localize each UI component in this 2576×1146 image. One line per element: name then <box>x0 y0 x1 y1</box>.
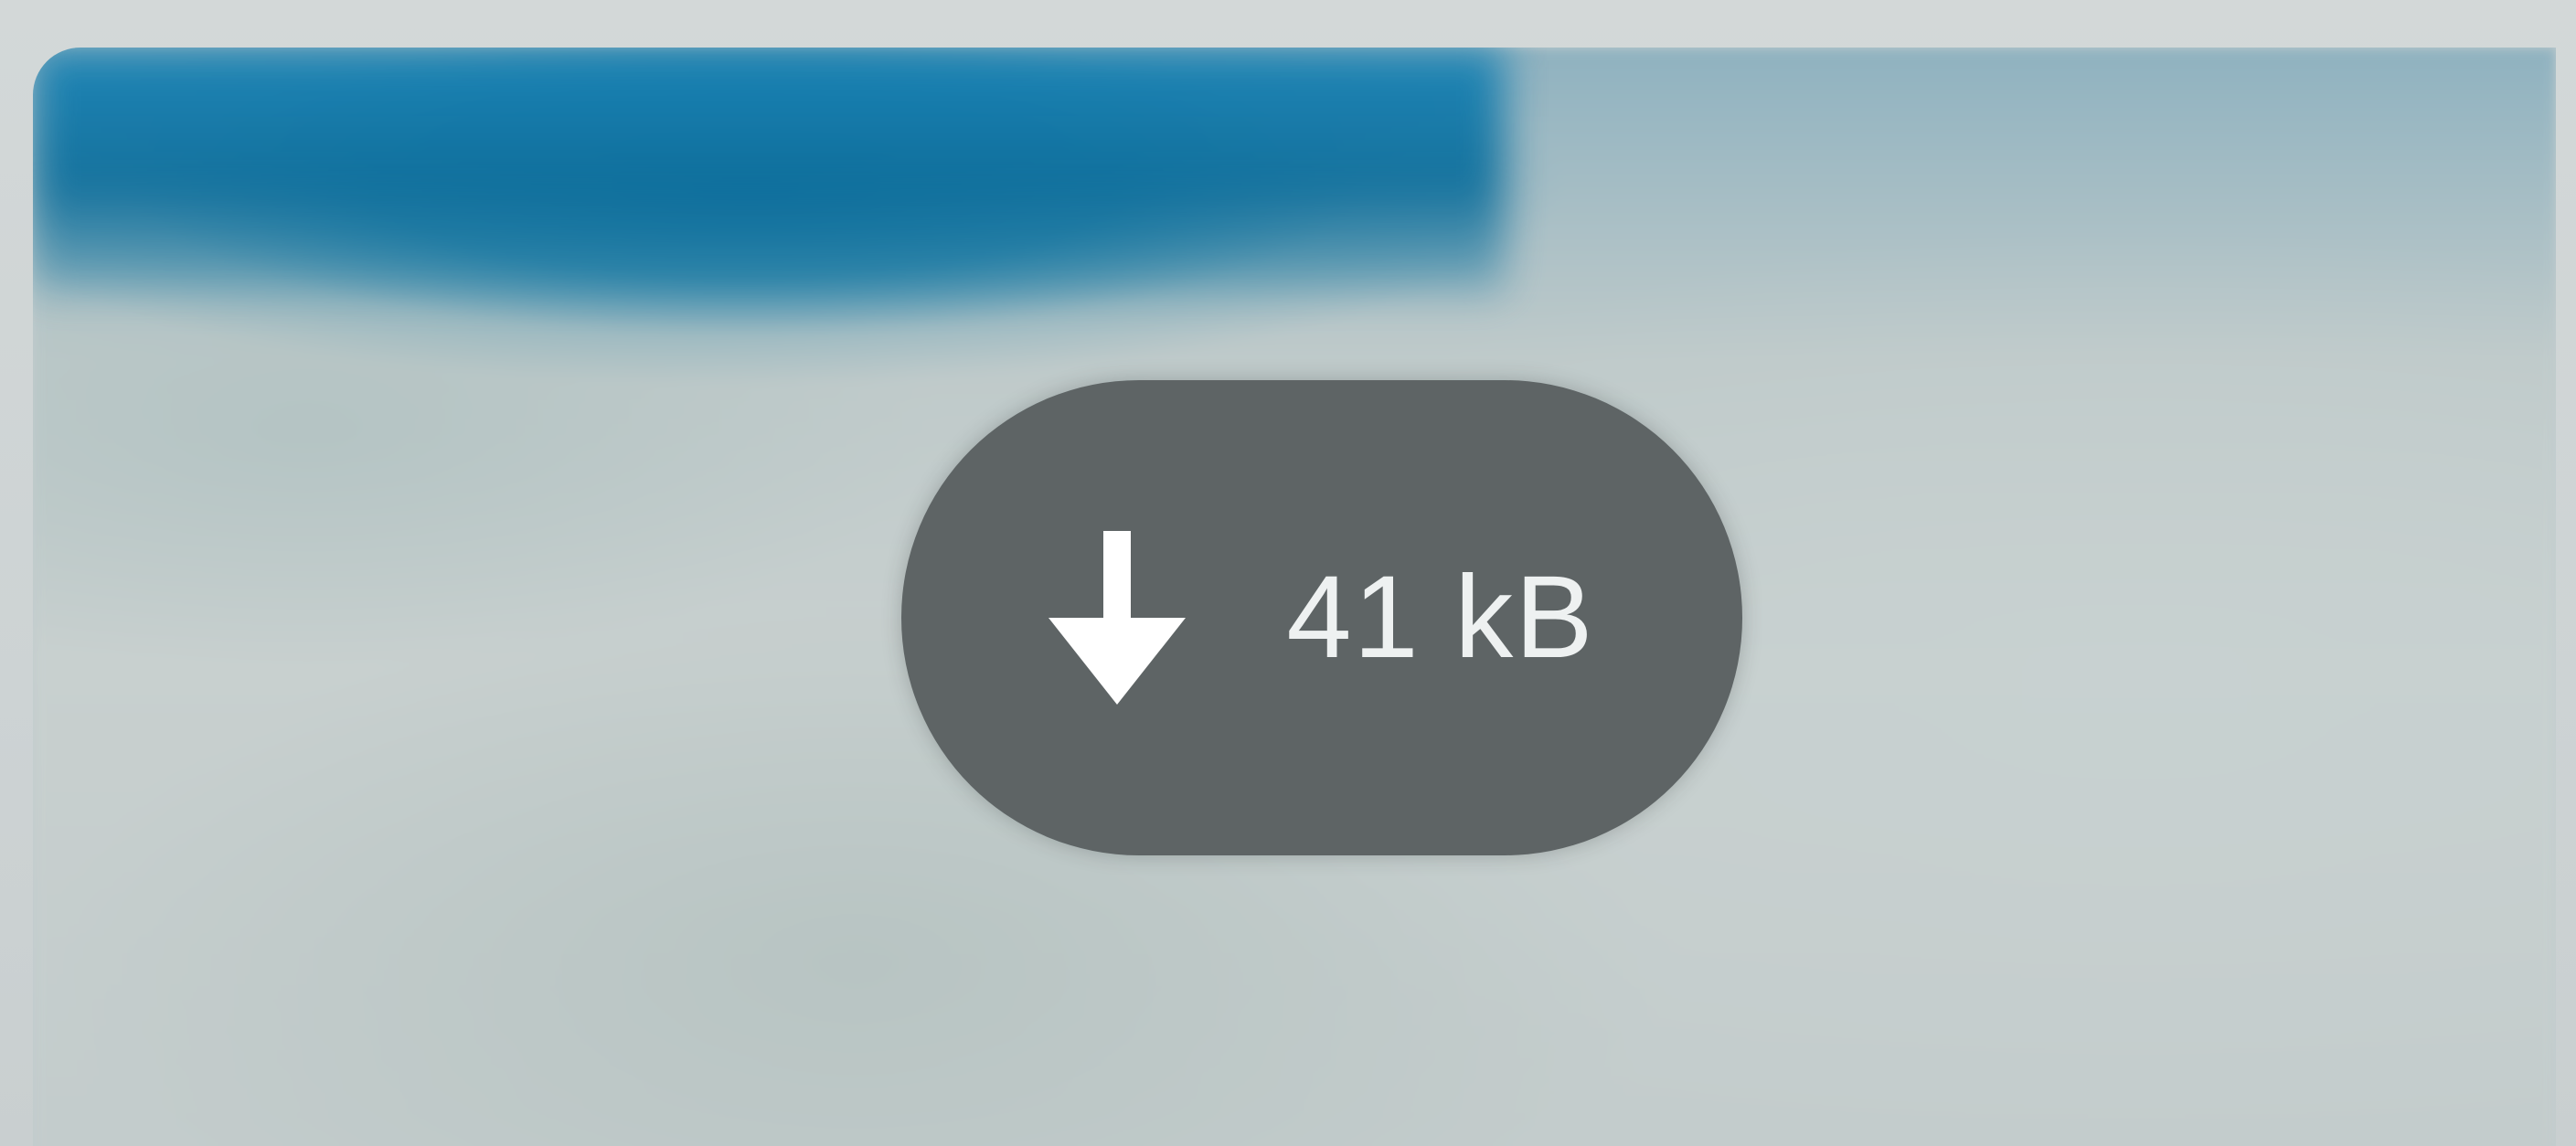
media-preview[interactable]: 41 kB <box>33 48 2556 1146</box>
download-button[interactable]: 41 kB <box>901 380 1742 855</box>
screen-photo: 41 kB <box>0 0 2576 1146</box>
file-size-label: 41 kB <box>1286 552 1595 683</box>
thumbnail-blue-region <box>33 48 1505 294</box>
arrow-down-icon <box>1048 531 1187 705</box>
